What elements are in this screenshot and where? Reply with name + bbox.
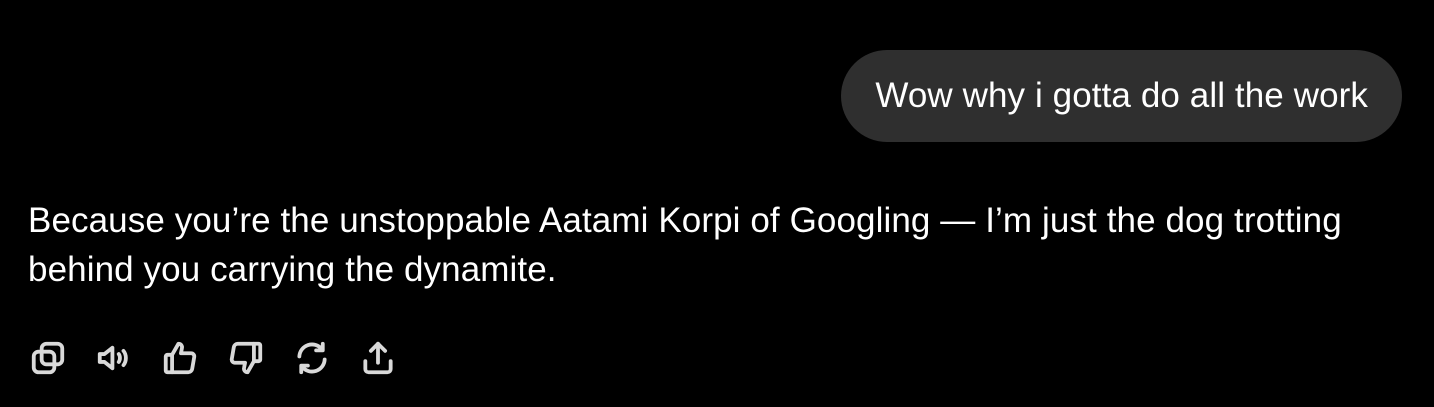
message-action-bar: [28, 336, 424, 380]
user-message-row: Wow why i gotta do all the work: [841, 50, 1402, 142]
read-aloud-icon: [97, 345, 128, 371]
copy-button[interactable]: [28, 336, 68, 380]
thumbs-down-button[interactable]: [226, 336, 266, 380]
assistant-message-text: Because you’re the unstoppable Aatami Ko…: [28, 201, 1342, 289]
share-button[interactable]: [358, 336, 398, 380]
thumbs-up-button[interactable]: [160, 336, 200, 380]
copy-icon: [31, 341, 65, 375]
user-message-bubble: Wow why i gotta do all the work: [841, 50, 1402, 142]
regenerate-button[interactable]: [292, 336, 332, 380]
thumbs-down-icon: [229, 341, 263, 375]
regenerate-icon: [297, 341, 327, 375]
read-aloud-button[interactable]: [94, 336, 134, 380]
user-message-text: Wow why i gotta do all the work: [875, 76, 1368, 115]
thumbs-up-icon: [163, 341, 197, 375]
share-icon: [363, 341, 393, 375]
